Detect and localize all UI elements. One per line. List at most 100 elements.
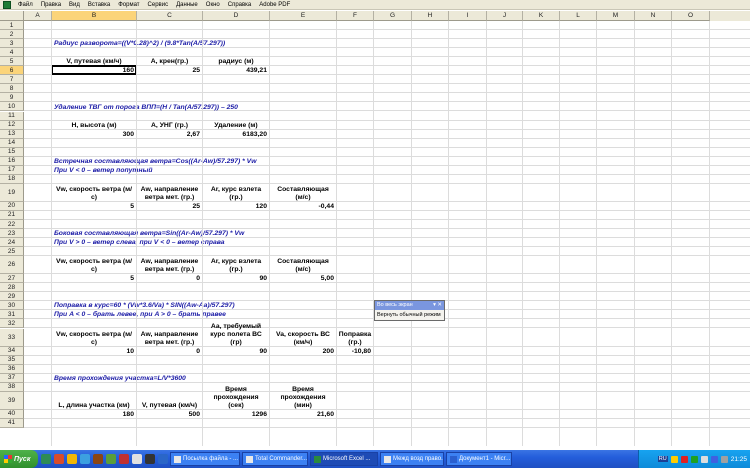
column-header-g[interactable]: G	[374, 11, 412, 21]
row-header-12[interactable]: 12	[0, 120, 24, 130]
select-all-corner[interactable]	[0, 11, 24, 21]
header-distance[interactable]: Удаление (м)	[205, 121, 267, 130]
language-indicator[interactable]: RU	[657, 456, 668, 462]
menu-view[interactable]: Вид	[65, 2, 84, 8]
formula-heading-correction[interactable]: Поправка в курс=60 * (Vw*3.6/Va) * SIN((…	[54, 301, 371, 310]
cell-component[interactable]: -0,44	[272, 202, 335, 211]
formula-turn-radius[interactable]: Радиус разворота=((V*0.28)^2) / (9.8*Tan…	[54, 39, 371, 48]
header-takeoff-heading[interactable]: Ar, курс взлета (гр.)	[205, 256, 267, 274]
row-header-1[interactable]: 1	[0, 21, 24, 31]
row-header-36[interactable]: 36	[0, 364, 24, 374]
header-time-minutes[interactable]: Время прохождения (мин)	[272, 386, 334, 410]
cell-wind-speed[interactable]: 5	[54, 274, 134, 283]
task-button-word[interactable]: Документ1 - Micr...	[446, 452, 512, 466]
tray-icon[interactable]	[710, 455, 718, 463]
column-header-l[interactable]: L	[560, 11, 597, 21]
cell-time-minutes[interactable]: 21,60	[272, 410, 334, 419]
close-icon[interactable]: ▾ ✕	[433, 301, 444, 310]
menu-format[interactable]: Формат	[114, 2, 143, 8]
menu-window[interactable]: Окно	[202, 2, 224, 8]
row-header-30[interactable]: 30	[0, 301, 24, 311]
row-header-6[interactable]: 6	[0, 66, 24, 76]
task-button-document-pdf[interactable]: Межд возд право...	[380, 452, 444, 466]
fullscreen-toolbar[interactable]: Во весь экран ▾ ✕ Вернуть обычный режим	[374, 300, 445, 321]
row-header-17[interactable]: 17	[0, 165, 24, 175]
row-header-40[interactable]: 40	[0, 409, 24, 419]
row-header-19[interactable]: 19	[0, 183, 24, 202]
row-header-15[interactable]: 15	[0, 147, 24, 157]
header-wind-direction[interactable]: Aw, направление ветра мет. (гр.)	[139, 184, 200, 202]
header-wind-speed[interactable]: Vw, скорость ветра (м/с)	[54, 256, 134, 274]
close-fullscreen-button[interactable]: Вернуть обычный режим	[375, 310, 444, 320]
row-header-28[interactable]: 28	[0, 283, 24, 293]
row-header-18[interactable]: 18	[0, 174, 24, 184]
note-headwind[interactable]: При V < 0 – ветер попутный	[54, 166, 371, 175]
quicklaunch-icon[interactable]	[67, 454, 77, 464]
row-header-24[interactable]: 24	[0, 238, 24, 248]
quicklaunch-icon[interactable]	[93, 454, 103, 464]
column-header-i[interactable]: I	[449, 11, 487, 21]
header-leg-length[interactable]: L, длина участка (км)	[54, 392, 134, 410]
header-wind-speed[interactable]: Vw, скорость ветра (м/с)	[54, 329, 134, 347]
spreadsheet-grid[interactable]: ABCDEFGHIJKLMNO 1 2 3 4 5 6 7 8 9 10 11 12 13 14 15 16 1…	[0, 11, 750, 446]
quicklaunch-icon[interactable]	[106, 454, 116, 464]
header-correction[interactable]: Поправка (гр.)	[339, 329, 371, 347]
cell-radius[interactable]: 439,21	[205, 66, 267, 75]
note-heading-correction[interactable]: При A < 0 – брать левее, при A > 0 – бра…	[54, 310, 371, 319]
row-header-39[interactable]: 39	[0, 391, 24, 410]
excel-icon[interactable]	[3, 0, 11, 9]
quicklaunch-icon[interactable]	[132, 454, 142, 464]
note-crosswind[interactable]: При V > 0 – ветер слева, при V < 0 – вет…	[54, 238, 371, 247]
start-button[interactable]: Пуск	[0, 450, 38, 468]
header-required-heading[interactable]: Aa, требуемый курс полета ВС (гр)	[205, 323, 267, 347]
quicklaunch-icon[interactable]	[158, 454, 168, 464]
menu-file[interactable]: Файл	[14, 2, 37, 8]
cell-correction[interactable]: -10,80	[339, 347, 371, 356]
menu-help[interactable]: Справка	[224, 2, 256, 8]
header-component[interactable]: Составляющая (м/с)	[272, 256, 334, 274]
header-glide-angle[interactable]: А, УНГ (гр.)	[139, 121, 200, 130]
row-header-5[interactable]: 5	[0, 57, 24, 67]
menu-insert[interactable]: Вставка	[84, 2, 114, 8]
header-radius[interactable]: радиус (м)	[205, 57, 267, 66]
quicklaunch-icon[interactable]	[54, 454, 64, 464]
cell-leg-length[interactable]: 180	[54, 410, 134, 419]
menu-data[interactable]: Данные	[172, 2, 202, 8]
cell-bank-angle[interactable]: 25	[139, 66, 200, 75]
cell-wind-direction[interactable]: 25	[139, 202, 200, 211]
row-header-22[interactable]: 22	[0, 220, 24, 230]
header-aircraft-speed[interactable]: Va, скорость ВС (км/ч)	[272, 329, 334, 347]
row-header-23[interactable]: 23	[0, 229, 24, 239]
column-header-d[interactable]: D	[203, 11, 270, 21]
fullscreen-toolbar-title[interactable]: Во весь экран ▾ ✕	[375, 301, 444, 310]
quicklaunch-icon[interactable]	[41, 454, 51, 464]
cell-aircraft-speed[interactable]: 200	[272, 347, 334, 356]
row-header-7[interactable]: 7	[0, 75, 24, 85]
column-header-n[interactable]: N	[635, 11, 672, 21]
header-ground-speed[interactable]: V, путевая (км/ч)	[139, 392, 200, 410]
quicklaunch-icon[interactable]	[145, 454, 155, 464]
row-header-31[interactable]: 31	[0, 310, 24, 320]
tray-icon[interactable]	[670, 455, 678, 463]
column-header-c[interactable]: C	[137, 11, 203, 21]
row-header-34[interactable]: 34	[0, 346, 24, 356]
cell-wind-direction[interactable]: 0	[139, 274, 200, 283]
row-header-21[interactable]: 21	[0, 210, 24, 220]
row-header-20[interactable]: 20	[0, 201, 24, 211]
tray-icon[interactable]	[700, 455, 708, 463]
task-button-upload[interactable]: Посылка файла - ...	[170, 452, 240, 466]
cell-wind-speed[interactable]: 10	[54, 347, 134, 356]
cell-ground-speed[interactable]: 500	[139, 410, 200, 419]
row-header-2[interactable]: 2	[0, 30, 24, 40]
tray-icon[interactable]	[690, 455, 698, 463]
row-header-41[interactable]: 41	[0, 418, 24, 428]
menu-adobe-pdf[interactable]: Adobe PDF	[255, 2, 294, 8]
header-wind-direction[interactable]: Aw, направление ветра мет. (гр.)	[139, 329, 200, 347]
menu-tools[interactable]: Сервис	[144, 2, 173, 8]
formula-crosswind[interactable]: Боковая составляющая ветра=Sin((Ar-Aw)/5…	[54, 229, 371, 238]
task-button-total-commander[interactable]: Total Commander...	[242, 452, 308, 466]
column-header-k[interactable]: K	[523, 11, 560, 21]
row-header-32[interactable]: 32	[0, 319, 24, 329]
header-height[interactable]: H, высота (м)	[54, 121, 134, 130]
cell-takeoff-heading[interactable]: 120	[205, 202, 267, 211]
